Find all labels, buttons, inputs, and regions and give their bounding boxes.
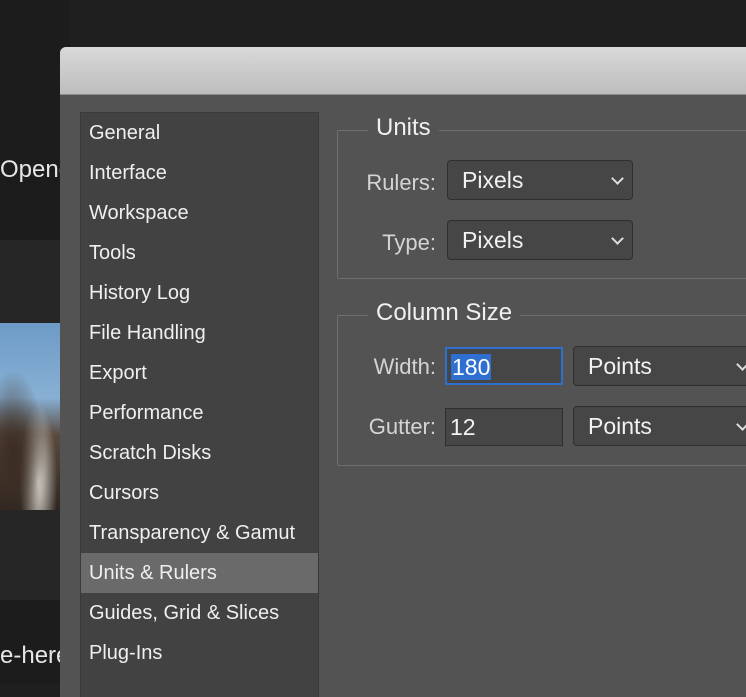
units-group: Units Rulers: Pixels Type: Pixels: [337, 114, 746, 279]
type-unit-value: Pixels: [462, 227, 524, 253]
rulers-unit-select[interactable]: Pixels: [447, 160, 633, 200]
sidebar-item-history-log[interactable]: History Log: [81, 273, 318, 313]
sidebar-item-scratch-disks[interactable]: Scratch Disks: [81, 433, 318, 473]
width-value: 180: [451, 354, 492, 380]
width-unit-value: Points: [588, 353, 652, 379]
rulers-label: Rulers:: [366, 170, 436, 195]
units-legend: Units: [368, 114, 439, 142]
sidebar-item-cursors[interactable]: Cursors: [81, 473, 318, 513]
gutter-value: 12: [450, 414, 476, 440]
sidebar-item-tools[interactable]: Tools: [81, 233, 318, 273]
sidebar-item-plug-ins[interactable]: Plug-Ins: [81, 633, 318, 673]
sidebar-item-interface[interactable]: Interface: [81, 153, 318, 193]
gutter-input[interactable]: 12: [445, 408, 563, 446]
sidebar-item-performance[interactable]: Performance: [81, 393, 318, 433]
type-label: Type:: [382, 230, 436, 255]
sidebar-item-guides-grid-slices[interactable]: Guides, Grid & Slices: [81, 593, 318, 633]
sidebar-item-export[interactable]: Export: [81, 353, 318, 393]
column-size-group: Column Size Width: 180 Points Gutter: 12…: [337, 299, 746, 466]
sidebar-item-file-handling[interactable]: File Handling: [81, 313, 318, 353]
width-unit-select[interactable]: Points: [573, 346, 746, 386]
rulers-unit-value: Pixels: [462, 167, 524, 193]
dialog-title-bar[interactable]: [60, 47, 746, 95]
chevron-down-icon: [736, 358, 746, 371]
sidebar-item-transparency-gamut[interactable]: Transparency & Gamut: [81, 513, 318, 553]
type-unit-select[interactable]: Pixels: [447, 220, 633, 260]
chevron-down-icon: [736, 418, 746, 431]
preferences-sidebar: General Interface Workspace Tools Histor…: [80, 112, 319, 697]
background-caption-text: e-here: [0, 642, 70, 669]
sidebar-item-workspace[interactable]: Workspace: [81, 193, 318, 233]
gutter-unit-select[interactable]: Points: [573, 406, 746, 446]
chevron-down-icon: [611, 172, 624, 185]
sidebar-item-general[interactable]: General: [81, 113, 318, 153]
column-size-legend: Column Size: [368, 299, 521, 327]
chevron-down-icon: [611, 232, 624, 245]
gutter-unit-value: Points: [588, 413, 652, 439]
width-input[interactable]: 180: [445, 347, 563, 385]
sidebar-item-units-rulers[interactable]: Units & Rulers: [81, 553, 318, 593]
background-thumbnail-image: [0, 323, 64, 510]
gutter-label: Gutter:: [368, 414, 436, 439]
preferences-dialog: General Interface Workspace Tools Histor…: [60, 47, 746, 697]
width-label: Width:: [373, 354, 436, 379]
